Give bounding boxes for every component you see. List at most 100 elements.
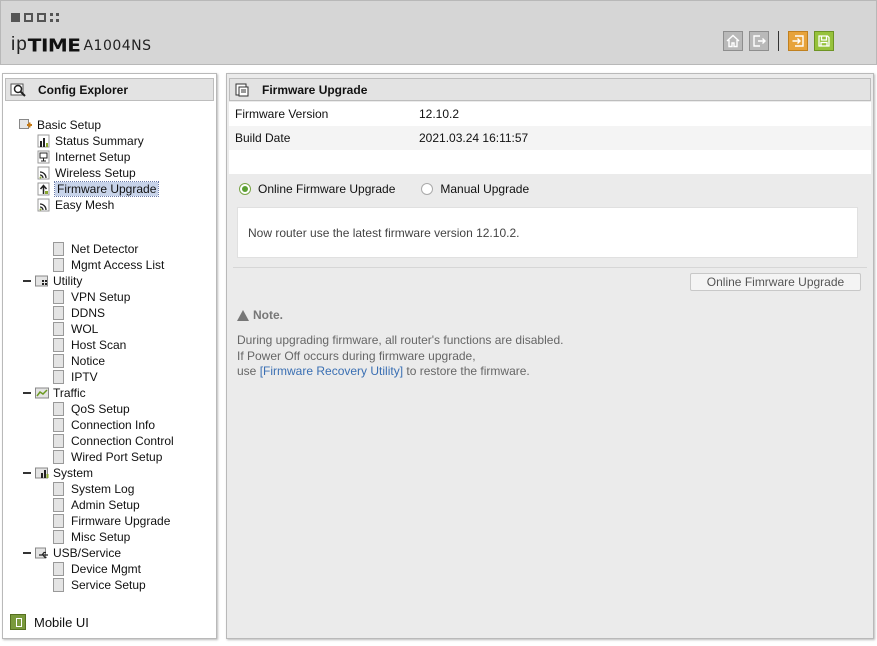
tree-item-wireless-setup[interactable]: Wireless Setup bbox=[37, 165, 136, 181]
note-line-2: If Power Off occurs during firmware upgr… bbox=[237, 348, 476, 363]
usb-icon bbox=[35, 546, 49, 560]
firmware-upgrade-panel: Firmware Upgrade Firmware Version 12.10.… bbox=[226, 73, 874, 639]
tree-label: QoS Setup bbox=[71, 402, 130, 416]
tree-item-easy-mesh[interactable]: Easy Mesh bbox=[37, 197, 114, 213]
tree-item-system-log[interactable]: System Log bbox=[53, 481, 134, 497]
mobile-phone-icon bbox=[10, 614, 26, 630]
note-title: Note. bbox=[253, 308, 283, 322]
build-date-value: 2021.03.24 16:11:57 bbox=[419, 131, 529, 145]
collapse-utility-toggle[interactable] bbox=[23, 280, 31, 282]
tree-label: Basic Setup bbox=[37, 118, 102, 132]
page-icon bbox=[53, 402, 64, 416]
page-icon bbox=[53, 450, 64, 464]
tree-label: DDNS bbox=[71, 306, 106, 320]
page-icon bbox=[53, 242, 64, 256]
wifi-icon bbox=[37, 166, 51, 180]
magnifier-icon bbox=[10, 82, 28, 98]
tree-item-mgmt-access-list[interactable]: Mgmt Access List bbox=[53, 257, 164, 273]
online-firmware-upgrade-button[interactable]: Online Fimrware Upgrade bbox=[690, 273, 861, 291]
status-message: Now router use the latest firmware versi… bbox=[248, 225, 520, 240]
apply-save-icon[interactable] bbox=[814, 31, 834, 51]
page-icon bbox=[53, 434, 64, 448]
tree-item-device-mgmt[interactable]: Device Mgmt bbox=[53, 561, 141, 577]
tree-item-notice[interactable]: Notice bbox=[53, 353, 105, 369]
firmware-recovery-utility-link[interactable]: [Firmware Recovery Utility] bbox=[260, 364, 403, 378]
tree-label: Traffic bbox=[53, 386, 86, 400]
tree-label: Connection Info bbox=[71, 418, 156, 432]
tree-item-net-detector[interactable]: Net Detector bbox=[53, 241, 138, 257]
tree-node-usb-service[interactable]: USB/Service bbox=[35, 545, 121, 561]
warning-icon bbox=[237, 309, 249, 321]
page-icon bbox=[53, 562, 64, 576]
page-icon bbox=[53, 514, 64, 528]
firmware-version-label: Firmware Version bbox=[235, 107, 329, 121]
tree-label: Notice bbox=[71, 354, 106, 368]
tree-node-utility[interactable]: Utility bbox=[35, 273, 82, 289]
page-icon bbox=[53, 578, 64, 592]
maximize-icon[interactable] bbox=[37, 13, 46, 22]
tree-label-selected: Firmware Upgrade bbox=[53, 181, 160, 197]
system-chart-icon bbox=[35, 466, 49, 480]
tree-item-misc-setup[interactable]: Misc Setup bbox=[53, 529, 130, 545]
collapse-traffic-toggle[interactable] bbox=[23, 392, 31, 394]
page-icon bbox=[53, 354, 64, 368]
manual-upgrade-radio[interactable] bbox=[421, 183, 434, 195]
note-section: Note. During upgrading firmware, all rou… bbox=[237, 308, 563, 380]
home-icon[interactable] bbox=[723, 31, 743, 51]
online-upgrade-label[interactable]: Online Firmware Upgrade bbox=[258, 182, 395, 196]
tree-node-basic-setup[interactable]: Basic Setup bbox=[19, 117, 101, 133]
upgrade-arrow-icon bbox=[37, 182, 51, 196]
tree-item-connection-control[interactable]: Connection Control bbox=[53, 433, 174, 449]
collapse-usb-service-toggle[interactable] bbox=[23, 552, 31, 554]
minimize-icon[interactable] bbox=[11, 13, 20, 22]
tree-item-status-summary[interactable]: Status Summary bbox=[37, 133, 144, 149]
firmware-version-row: Firmware Version 12.10.2 bbox=[229, 102, 871, 126]
logo-time-text: TIME bbox=[27, 34, 81, 56]
save-config-icon[interactable] bbox=[788, 31, 808, 51]
tree-item-host-scan[interactable]: Host Scan bbox=[53, 337, 126, 353]
upgrade-mode-selector: Online Firmware Upgrade Manual Upgrade bbox=[239, 182, 529, 196]
tree-item-wired-port-setup[interactable]: Wired Port Setup bbox=[53, 449, 162, 465]
tree-item-admin-setup[interactable]: Admin Setup bbox=[53, 497, 140, 513]
page-icon bbox=[53, 498, 64, 512]
tree-label: Host Scan bbox=[71, 338, 127, 352]
config-explorer-title: Config Explorer bbox=[38, 82, 129, 97]
page-icon bbox=[53, 418, 64, 432]
collapse-system-toggle[interactable] bbox=[23, 472, 31, 474]
tree-label: Status Summary bbox=[55, 134, 144, 148]
config-explorer-panel: Config Explorer Basic Setup Status Summa… bbox=[2, 73, 217, 639]
tree-item-internet-setup[interactable]: Internet Setup bbox=[37, 149, 130, 165]
tree-node-traffic[interactable]: Traffic bbox=[35, 385, 86, 401]
tree-item-qos-setup[interactable]: QoS Setup bbox=[53, 401, 130, 417]
tree-item-iptv[interactable]: IPTV bbox=[53, 369, 98, 385]
tree-item-service-setup[interactable]: Service Setup bbox=[53, 577, 146, 593]
tree-label: Net Detector bbox=[71, 242, 139, 256]
restore-icon[interactable] bbox=[24, 13, 33, 22]
tree-item-connection-info[interactable]: Connection Info bbox=[53, 417, 155, 433]
tree-item-firmware-upgrade[interactable]: Firmware Upgrade bbox=[37, 181, 160, 197]
mobile-ui-label: Mobile UI bbox=[34, 614, 89, 630]
page-icon bbox=[53, 290, 64, 304]
toolbar-separator bbox=[778, 31, 779, 51]
monitor-icon bbox=[37, 150, 51, 164]
note-header: Note. bbox=[237, 308, 563, 322]
tree-label: Wired Port Setup bbox=[71, 450, 163, 464]
tree-item-ddns[interactable]: DDNS bbox=[53, 305, 105, 321]
tree-label: Utility bbox=[53, 274, 83, 288]
iptime-logo: ip TIME A1004NS bbox=[11, 33, 152, 55]
tree-label: Easy Mesh bbox=[55, 198, 115, 212]
tree-item-wol[interactable]: WOL bbox=[53, 321, 98, 337]
page-icon bbox=[53, 370, 64, 384]
tree-item-system-firmware-upgrade[interactable]: Firmware Upgrade bbox=[53, 513, 170, 529]
tree-item-vpn-setup[interactable]: VPN Setup bbox=[53, 289, 130, 305]
tree-node-system[interactable]: System bbox=[35, 465, 93, 481]
grid-icon[interactable] bbox=[50, 13, 59, 22]
online-upgrade-radio[interactable] bbox=[239, 183, 251, 195]
tree-label: Device Mgmt bbox=[71, 562, 142, 576]
mesh-wifi-icon bbox=[37, 198, 51, 212]
mobile-ui-link[interactable]: Mobile UI bbox=[10, 614, 89, 630]
traffic-graph-icon bbox=[35, 386, 49, 400]
manual-upgrade-label[interactable]: Manual Upgrade bbox=[440, 182, 529, 196]
logout-icon[interactable] bbox=[749, 31, 769, 51]
page-icon bbox=[53, 338, 64, 352]
